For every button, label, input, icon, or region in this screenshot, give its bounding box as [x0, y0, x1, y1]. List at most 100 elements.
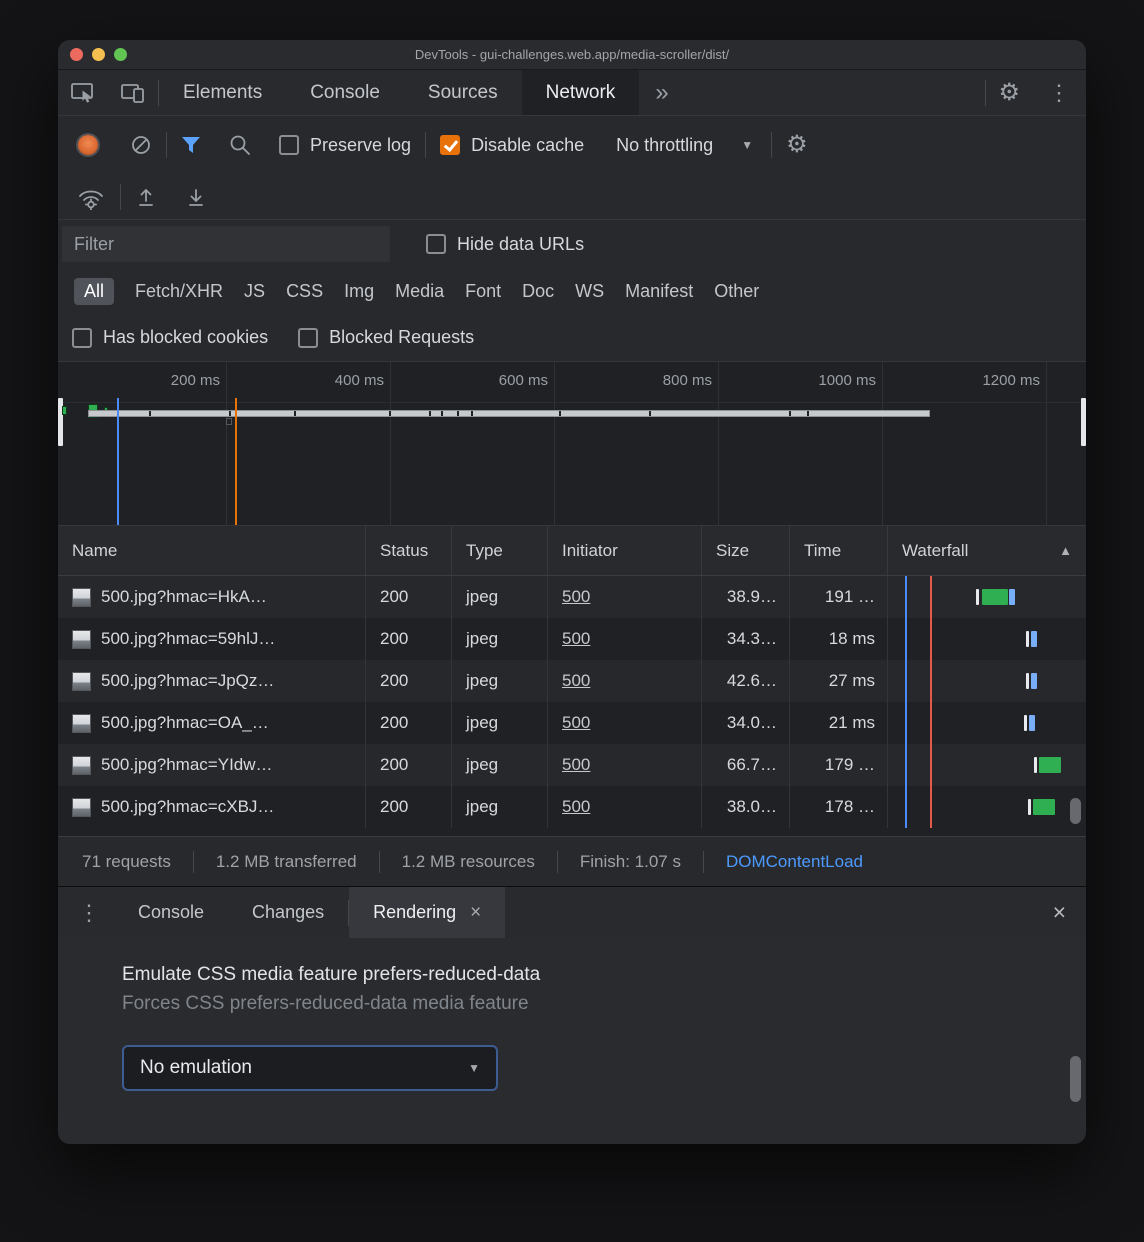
blocked-requests-checkbox[interactable]: [298, 328, 318, 348]
column-header-name[interactable]: Name: [58, 526, 366, 575]
waterfall-bar: [1028, 799, 1031, 815]
settings-gear-icon[interactable]: ⚙: [986, 70, 1032, 115]
image-thumbnail: [72, 756, 91, 775]
record-network-log-icon[interactable]: [78, 135, 98, 155]
request-name: 500.jpg?hmac=OA_…: [101, 713, 269, 733]
minimize-window-button[interactable]: [92, 48, 105, 61]
emulation-select[interactable]: No emulation ▼: [122, 1045, 498, 1091]
overview-tick: [471, 411, 473, 416]
type-filter-other[interactable]: Other: [714, 281, 759, 302]
timeline-gridline: [718, 362, 719, 525]
network-settings-gear-icon[interactable]: ⚙: [772, 133, 828, 157]
filter-input[interactable]: [62, 226, 390, 262]
type-filter-ws[interactable]: WS: [575, 281, 604, 302]
column-header-size[interactable]: Size: [702, 526, 790, 575]
network-toolbar: Preserve log Disable cache No throttling…: [58, 116, 1086, 174]
blocked-filters-row: Has blocked cookies Blocked Requests: [58, 314, 1086, 362]
type-filter-all[interactable]: All: [74, 278, 114, 305]
waterfall-bar: [1031, 673, 1037, 689]
initiator-link[interactable]: 500: [562, 671, 590, 691]
hide-data-urls-checkbox[interactable]: [426, 234, 446, 254]
request-size: 42.6…: [702, 660, 790, 702]
timeline-label: 200 ms: [144, 372, 220, 389]
blocked-requests-label: Blocked Requests: [329, 327, 474, 348]
load-event-line: [930, 576, 932, 828]
tab-console[interactable]: Console: [286, 70, 404, 115]
initiator-link[interactable]: 500: [562, 755, 590, 775]
overview-mark: [226, 418, 232, 425]
initiator-link[interactable]: 500: [562, 797, 590, 817]
has-blocked-cookies-checkbox[interactable]: [72, 328, 92, 348]
close-drawer-icon[interactable]: ×: [1033, 899, 1086, 926]
throttling-select[interactable]: No throttling ▼: [616, 135, 753, 156]
overview-right-handle[interactable]: [1081, 398, 1086, 446]
request-time: 178 …: [790, 786, 888, 828]
request-size: 38.0…: [702, 786, 790, 828]
drawer-tab-console[interactable]: Console: [114, 887, 228, 938]
waterfall-bar: [1024, 715, 1027, 731]
summary-dom-content-loaded[interactable]: DOMContentLoad: [726, 852, 863, 872]
device-toolbar-icon[interactable]: [108, 70, 158, 115]
drawer-menu-kebab-icon[interactable]: ⋮: [58, 902, 114, 924]
column-header-time[interactable]: Time: [790, 526, 888, 575]
main-menu-kebab-icon[interactable]: ⋮: [1032, 82, 1086, 104]
drawer-tab-bar: ⋮ Console Changes Rendering × ×: [58, 886, 1086, 938]
sort-ascending-icon: ▲: [1059, 543, 1072, 558]
tab-sources[interactable]: Sources: [404, 70, 522, 115]
requests-table-header: Name Status Type Initiator Size Time Wat…: [58, 526, 1086, 576]
rendering-setting-subtitle: Forces CSS prefers-reduced-data media fe…: [122, 993, 1086, 1015]
close-tab-icon[interactable]: ×: [470, 902, 481, 924]
column-header-type[interactable]: Type: [452, 526, 548, 575]
timeline-gridline: [882, 362, 883, 525]
type-filter-img[interactable]: Img: [344, 281, 374, 302]
disable-cache-checkbox[interactable]: [440, 135, 460, 155]
drawer-tab-rendering[interactable]: Rendering ×: [349, 887, 505, 938]
network-overview-timeline[interactable]: 200 ms 400 ms 600 ms 800 ms 1000 ms 1200…: [58, 362, 1086, 526]
zoom-window-button[interactable]: [114, 48, 127, 61]
summary-resources: 1.2 MB resources: [402, 852, 535, 872]
overview-requests-band: [88, 410, 930, 417]
type-filter-js[interactable]: JS: [244, 281, 265, 302]
initiator-link[interactable]: 500: [562, 587, 590, 607]
rendering-setting-title: Emulate CSS media feature prefers-reduce…: [122, 964, 1086, 986]
request-type: jpeg: [452, 744, 548, 786]
drawer-scrollbar-thumb[interactable]: [1070, 1056, 1081, 1102]
summary-transferred: 1.2 MB transferred: [216, 852, 357, 872]
type-filter-doc[interactable]: Doc: [522, 281, 554, 302]
tab-elements[interactable]: Elements: [159, 70, 286, 115]
close-window-button[interactable]: [70, 48, 83, 61]
has-blocked-cookies-label: Has blocked cookies: [103, 327, 268, 348]
window-title: DevTools - gui-challenges.web.app/media-…: [58, 47, 1086, 62]
preserve-log-checkbox[interactable]: [279, 135, 299, 155]
initiator-link[interactable]: 500: [562, 713, 590, 733]
more-tabs-icon[interactable]: »: [639, 79, 684, 107]
type-filter-fetch-xhr[interactable]: Fetch/XHR: [135, 281, 223, 302]
timeline-label: 400 ms: [308, 372, 384, 389]
request-size: 66.7…: [702, 744, 790, 786]
overview-tick: [429, 411, 431, 416]
drawer-tab-changes[interactable]: Changes: [228, 887, 348, 938]
clear-network-log-icon[interactable]: [116, 134, 166, 156]
type-filter-media[interactable]: Media: [395, 281, 444, 302]
import-har-icon[interactable]: [121, 186, 171, 208]
type-filter-css[interactable]: CSS: [286, 281, 323, 302]
column-header-status[interactable]: Status: [366, 526, 452, 575]
column-header-waterfall[interactable]: Waterfall ▲: [888, 526, 1086, 575]
type-filter-manifest[interactable]: Manifest: [625, 281, 693, 302]
inspect-element-icon[interactable]: [58, 70, 108, 115]
network-conditions-icon[interactable]: [58, 184, 120, 210]
ruler-line: [58, 402, 1086, 403]
request-size: 34.3…: [702, 618, 790, 660]
tab-network[interactable]: Network: [522, 70, 640, 115]
timeline-gridline: [1046, 362, 1047, 525]
filter-funnel-icon[interactable]: [167, 136, 215, 154]
table-scrollbar-thumb[interactable]: [1070, 798, 1081, 824]
type-filter-font[interactable]: Font: [465, 281, 501, 302]
table-bottom-strip: [58, 828, 1086, 836]
initiator-link[interactable]: 500: [562, 629, 590, 649]
image-thumbnail: [72, 588, 91, 607]
column-header-initiator[interactable]: Initiator: [548, 526, 702, 575]
search-icon[interactable]: [215, 134, 265, 156]
waterfall-bar: [1031, 631, 1037, 647]
export-har-icon[interactable]: [171, 186, 221, 208]
